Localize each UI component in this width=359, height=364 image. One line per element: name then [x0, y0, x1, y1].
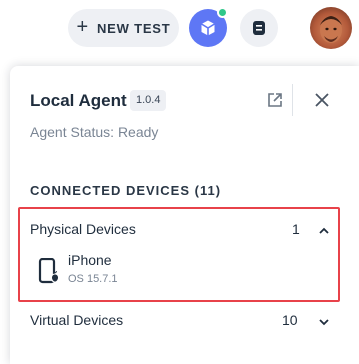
open-external-icon[interactable]: [266, 91, 284, 109]
device-icon: [253, 21, 265, 35]
virtual-devices-label[interactable]: Virtual Devices: [30, 312, 123, 328]
iphone-icon: [38, 258, 60, 284]
physical-devices-count: 1: [292, 221, 300, 237]
panel-title: Local Agent: [30, 91, 127, 110]
local-agent-panel: Local Agent 1.0.4 Agent Status: Ready CO…: [10, 66, 359, 364]
physical-devices-label[interactable]: Physical Devices: [30, 221, 136, 237]
chevron-up-icon[interactable]: [317, 224, 331, 238]
agent-status: Agent Status: Ready: [30, 124, 159, 140]
header-divider: [292, 84, 293, 116]
device-os: OS 15.7.1: [68, 273, 118, 285]
top-bar: + NEW TEST: [0, 0, 359, 52]
cube-icon: [201, 20, 215, 36]
virtual-devices-count: 10: [282, 312, 298, 328]
plus-icon: +: [76, 16, 89, 38]
version-badge: 1.0.4: [130, 90, 167, 111]
new-test-button[interactable]: + NEW TEST: [68, 9, 179, 47]
new-test-label: NEW TEST: [96, 20, 171, 36]
user-avatar[interactable]: [310, 7, 352, 49]
agent-status-dot: [217, 7, 228, 18]
devices-button[interactable]: [240, 9, 278, 47]
connected-devices-heading: CONNECTED DEVICES (11): [30, 183, 222, 198]
close-icon[interactable]: [313, 91, 331, 109]
device-name[interactable]: iPhone: [68, 252, 112, 268]
chevron-down-icon[interactable]: [317, 315, 331, 329]
avatar-image: [320, 16, 342, 43]
